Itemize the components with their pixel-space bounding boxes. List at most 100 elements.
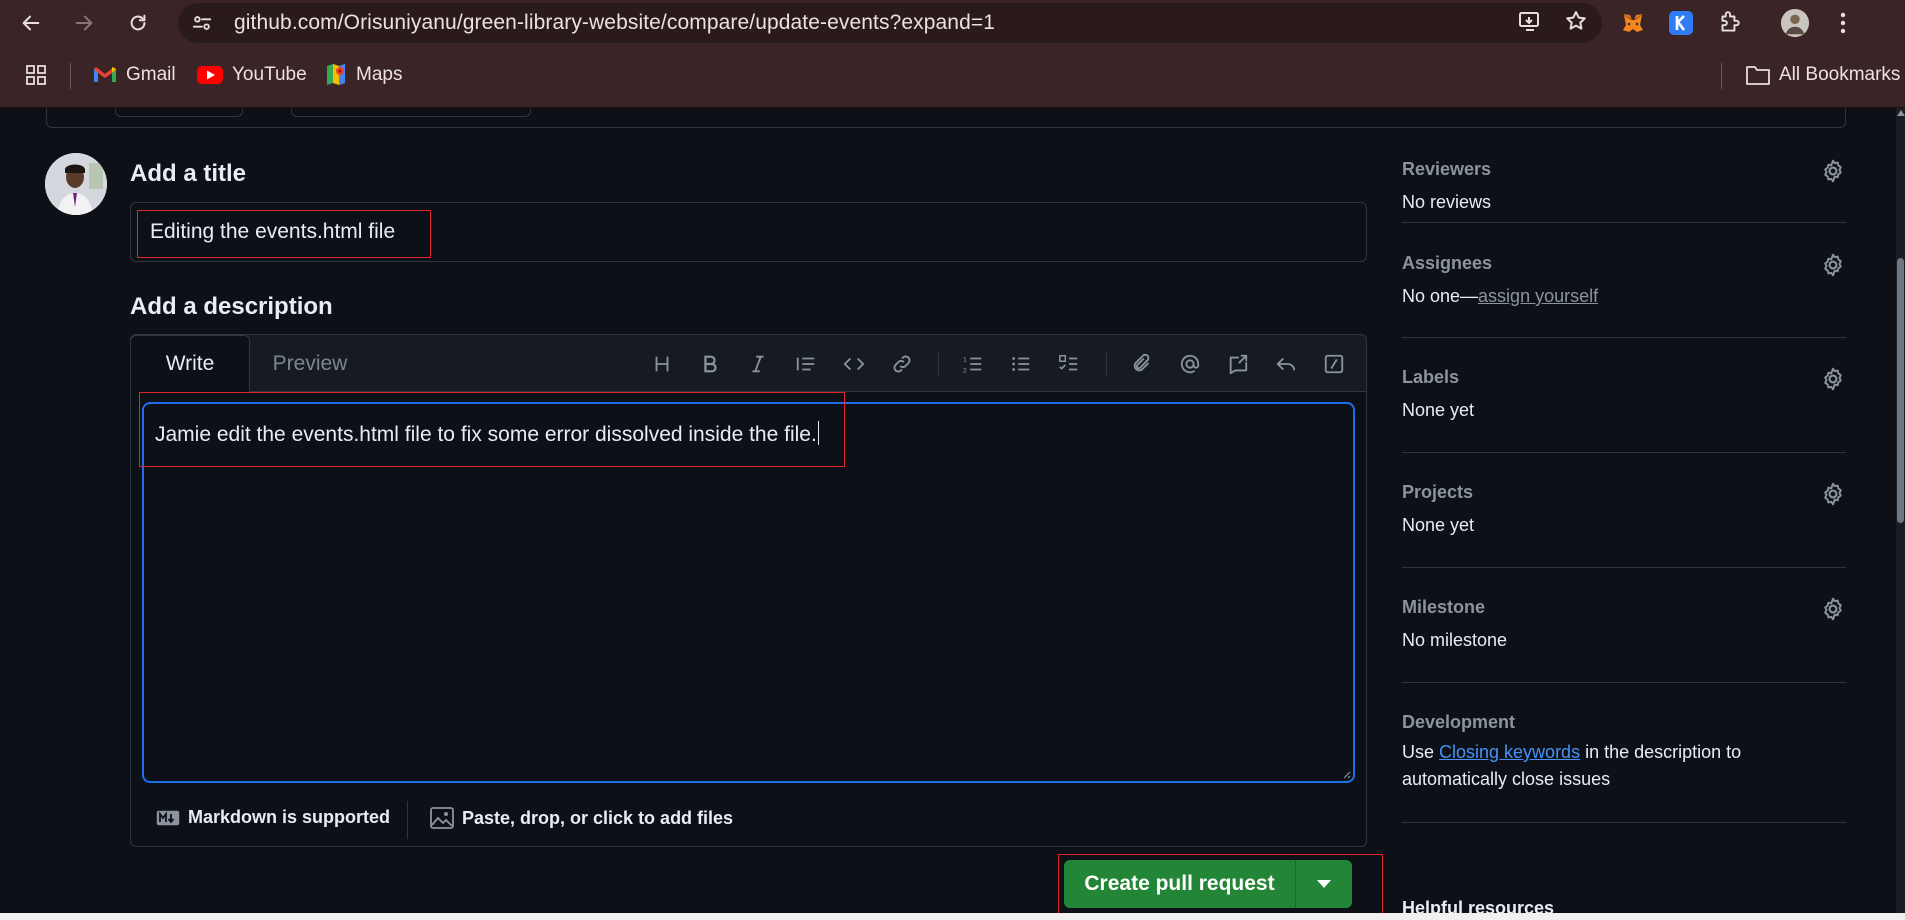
create-pull-request-button[interactable]: Create pull request	[1064, 860, 1352, 908]
svg-text:1: 1	[963, 355, 967, 363]
create-pull-request-label[interactable]: Create pull request	[1064, 860, 1296, 908]
sidebar-assignees: Assignees No one—assign yourself	[1402, 223, 1846, 338]
assign-yourself-link[interactable]: assign yourself	[1478, 286, 1598, 306]
folder-icon	[1746, 66, 1770, 85]
user-avatar[interactable]	[45, 153, 107, 215]
extensions-puzzle-icon[interactable]	[1714, 8, 1744, 38]
cross-reference-icon[interactable]	[1224, 350, 1252, 378]
footer-divider	[407, 801, 408, 839]
gear-icon[interactable]	[1820, 252, 1846, 278]
attach-note: Paste, drop, or click to add files	[462, 807, 734, 828]
create-pr-options-button[interactable]	[1296, 860, 1352, 908]
sidebar-labels: Labels None yet	[1402, 338, 1846, 453]
heading-icon[interactable]	[648, 350, 676, 378]
bookmark-youtube[interactable]: YouTube	[197, 60, 307, 90]
sidebar-projects: Projects None yet	[1402, 453, 1846, 568]
gear-icon[interactable]	[1820, 158, 1846, 184]
description-editor: Write Preview 12 Jamie edit the events.h…	[130, 334, 1367, 847]
development-heading: Development	[1402, 712, 1516, 732]
gear-icon[interactable]	[1820, 481, 1846, 507]
toolbar-divider	[1106, 351, 1107, 377]
slash-commands-icon[interactable]	[1320, 350, 1348, 378]
description-value: Jamie edit the events.html file to fix s…	[155, 421, 820, 447]
profile-avatar-icon[interactable]	[1780, 8, 1810, 38]
ordered-list-icon[interactable]: 12	[959, 350, 987, 378]
browser-toolbar: github.com/Orisuniyanu/green-library-web…	[0, 0, 1905, 46]
window-bottom-edge	[0, 913, 1905, 920]
labels-heading[interactable]: Labels	[1402, 367, 1459, 388]
arrow-left-icon	[22, 15, 40, 31]
gear-icon[interactable]	[1820, 366, 1846, 392]
toolbar-divider	[938, 351, 939, 377]
bookmarks-bar: Gmail YouTube Maps All Bookmarks	[0, 46, 1905, 108]
maps-icon	[327, 64, 345, 85]
github-compare-page: ⋯ Add a title Editing the events.html fi…	[0, 108, 1905, 920]
k-extension-icon[interactable]	[1666, 8, 1696, 38]
branch-compare-bar: ⋯	[46, 108, 1846, 128]
address-bar[interactable]: github.com/Orisuniyanu/green-library-web…	[178, 3, 1602, 43]
mention-icon[interactable]	[1176, 350, 1204, 378]
code-icon[interactable]	[840, 350, 868, 378]
bookmark-star-icon[interactable]	[1564, 9, 1588, 38]
metamask-extension-icon[interactable]	[1618, 8, 1648, 38]
assignees-heading[interactable]: Assignees	[1402, 253, 1492, 274]
image-icon	[430, 807, 454, 829]
scrollbar-thumb[interactable]	[1897, 258, 1904, 523]
projects-heading[interactable]: Projects	[1402, 482, 1473, 503]
reviewers-value: No reviews	[1402, 192, 1492, 212]
install-app-icon[interactable]	[1518, 9, 1542, 38]
sidebar-reviewers: Reviewers No reviews	[1402, 146, 1846, 223]
scroll-up-arrow-icon[interactable]	[1897, 110, 1905, 116]
editor-toolbar: Write Preview 12	[130, 335, 1366, 393]
tab-preview[interactable]: Preview	[255, 335, 365, 392]
reload-button[interactable]	[116, 0, 160, 46]
reload-icon	[130, 14, 146, 31]
youtube-icon	[197, 66, 223, 84]
back-button[interactable]	[9, 0, 53, 46]
tab-write[interactable]: Write	[130, 335, 250, 393]
attach-paperclip-icon[interactable]	[1128, 350, 1156, 378]
markdown-icon	[156, 810, 180, 825]
bookmark-maps[interactable]: Maps	[325, 60, 402, 90]
bookmark-separator	[70, 63, 71, 89]
page-scrollbar[interactable]	[1896, 108, 1905, 920]
task-list-icon[interactable]	[1055, 350, 1083, 378]
assignees-value: No one—assign yourself	[1402, 286, 1599, 306]
saved-reply-icon[interactable]	[1272, 350, 1300, 378]
description-textarea[interactable]: Jamie edit the events.html file to fix s…	[142, 402, 1355, 783]
reviewers-heading[interactable]: Reviewers	[1402, 159, 1491, 180]
editor-footer: Markdown is supported Paste, drop, or cl…	[131, 791, 1366, 847]
compare-branch-select[interactable]	[291, 108, 531, 117]
milestone-heading[interactable]: Milestone	[1402, 597, 1485, 618]
attach-files-button[interactable]: Paste, drop, or click to add files	[430, 807, 733, 829]
base-branch-select[interactable]	[115, 108, 243, 117]
bookmark-label: Gmail	[126, 64, 176, 85]
bookmark-label: Maps	[356, 64, 403, 85]
bold-icon[interactable]	[696, 350, 724, 378]
markdown-note: Markdown is supported	[188, 807, 391, 827]
markdown-supported-link[interactable]: Markdown is supported	[156, 807, 390, 828]
all-bookmarks-button[interactable]: All Bookmarks	[1746, 60, 1900, 90]
italic-icon[interactable]	[744, 350, 772, 378]
pr-title-input[interactable]: Editing the events.html file	[130, 202, 1367, 262]
bookmark-gmail[interactable]: Gmail	[93, 60, 176, 90]
forward-button[interactable]	[62, 0, 106, 46]
description-heading: Add a description	[130, 293, 333, 320]
pr-title-value: Editing the events.html file	[150, 220, 396, 243]
svg-text:2: 2	[963, 366, 967, 374]
milestone-value: No milestone	[1402, 630, 1508, 650]
unordered-list-icon[interactable]	[1007, 350, 1035, 378]
closing-keywords-link[interactable]: Closing keywords	[1439, 742, 1580, 762]
labels-value: None yet	[1402, 400, 1475, 420]
apps-grid-button[interactable]	[24, 60, 48, 90]
resize-handle-icon[interactable]	[1341, 769, 1351, 779]
quote-icon[interactable]	[792, 350, 820, 378]
gear-icon[interactable]	[1820, 596, 1846, 622]
gmail-icon	[94, 67, 116, 82]
sidebar-milestone: Milestone No milestone	[1402, 568, 1846, 683]
link-icon[interactable]	[888, 350, 916, 378]
browser-menu-icon[interactable]	[1828, 8, 1858, 38]
ellipsis-icon: ⋯	[262, 108, 276, 111]
arrow-right-icon	[75, 15, 93, 31]
site-info-icon[interactable]	[180, 3, 224, 43]
